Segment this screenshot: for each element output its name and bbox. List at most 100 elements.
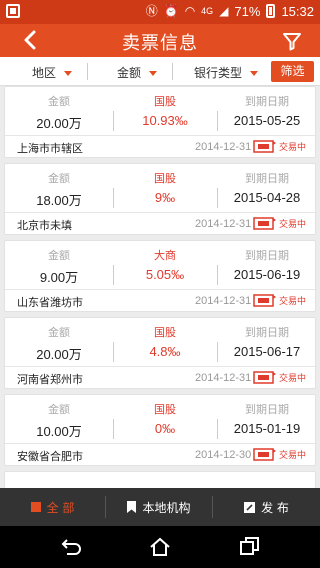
- bill-stamp-icon: [253, 371, 276, 384]
- bank-type: 国股: [154, 172, 176, 185]
- status-bar: Ⓝ ⏰ ◠ 4G ◢ 71% 15:32: [0, 0, 320, 24]
- battery-icon: [266, 4, 276, 18]
- amount-value: 9.00万: [39, 270, 79, 285]
- list-item[interactable]: 金额 国股 到期日期 20.00万 10.93‰ 2015-05-25 上海市市…: [4, 86, 316, 158]
- rate-value: 4.8‰: [149, 344, 181, 359]
- tab-local-label: 本地机构: [142, 500, 191, 515]
- list-item[interactable]: 金额 国股 到期日期 10.00万 0‰ 2015-01-19 安徽省合肥市 2…: [4, 394, 316, 466]
- amount-value: 20.00万: [36, 116, 82, 131]
- bank-type-dropdown[interactable]: 银行类型: [194, 64, 259, 81]
- publish-date: 2014-12-31: [195, 295, 252, 307]
- due-date-value: 2015-01-19: [233, 421, 301, 436]
- due-date-value: 2015-06-19: [233, 267, 301, 282]
- bookmark-icon: [127, 501, 137, 513]
- bank-type: 国股: [154, 403, 176, 416]
- divider: [5, 212, 315, 213]
- signal-icon: ◢: [219, 4, 229, 18]
- trading-badge: 交易中: [253, 293, 306, 307]
- rate-value: 10.93‰: [142, 113, 188, 128]
- bill-stamp-icon: [253, 448, 276, 461]
- trading-status: 交易中: [279, 219, 307, 230]
- divider: [5, 135, 315, 136]
- amount-header: 金额: [48, 326, 70, 339]
- due-date-header: 到期日期: [245, 95, 289, 108]
- bank-type: 大商: [154, 249, 176, 262]
- amount-value: 18.00万: [36, 193, 82, 208]
- divider: [87, 63, 88, 80]
- amount-header: 金额: [48, 249, 70, 262]
- page-title: 卖票信息: [122, 33, 198, 54]
- title-bar: 卖票信息: [0, 24, 320, 57]
- bottom-tab-bar: 全 部 本地机构 发 布: [0, 488, 320, 526]
- amount-header: 金额: [48, 172, 70, 185]
- chevron-down-icon: [250, 71, 259, 76]
- listing-list[interactable]: 金额 国股 到期日期 20.00万 10.93‰ 2015-05-25 上海市市…: [4, 86, 316, 488]
- rate-value: 5.05‰: [145, 267, 185, 282]
- tab-all-label: 全 部: [46, 500, 75, 515]
- alarm-icon: ⏰: [163, 4, 179, 18]
- region-dropdown[interactable]: 地区: [32, 64, 73, 81]
- chevron-down-icon: [149, 71, 158, 76]
- chevron-down-icon: [64, 71, 73, 76]
- amount-dropdown-label: 金额: [117, 66, 142, 80]
- divider: [5, 366, 315, 367]
- trading-badge: 交易中: [253, 370, 306, 384]
- due-date-header: 到期日期: [245, 326, 289, 339]
- trading-badge: 交易中: [253, 216, 306, 230]
- trading-status: 交易中: [279, 373, 307, 384]
- bill-stamp-icon: [253, 294, 276, 307]
- list-item[interactable]: 金额 国股 到期日期 20.00万 4.8‰ 2015-06-17 河南省郑州市…: [4, 317, 316, 389]
- edit-icon: [244, 501, 256, 513]
- bill-stamp-icon: [253, 217, 276, 230]
- amount-dropdown[interactable]: 金额: [117, 64, 158, 81]
- publish-date: 2014-12-30: [195, 449, 252, 461]
- amount-value: 20.00万: [36, 347, 82, 362]
- system-nav-bar: [0, 526, 320, 568]
- bank-type: 国股: [154, 326, 176, 339]
- trading-status: 交易中: [279, 142, 307, 153]
- region-label: 北京市未填: [17, 219, 72, 232]
- divider: [5, 289, 315, 290]
- divider: [172, 63, 173, 80]
- publish-date: 2014-12-31: [195, 141, 252, 153]
- due-date-header: 到期日期: [245, 172, 289, 185]
- amount-header: 金额: [48, 403, 70, 416]
- bill-stamp-icon: [253, 140, 276, 153]
- region-label: 山东省潍坊市: [17, 296, 83, 309]
- tab-local-institutions[interactable]: 本地机构: [106, 488, 212, 526]
- rate-value: 0‰: [154, 421, 176, 436]
- due-date-value: 2015-06-17: [233, 344, 301, 359]
- list-item[interactable]: 金额 大商 到期日期 9.00万 5.05‰ 2015-06-19 山东省潍坊市…: [4, 240, 316, 312]
- clock: 15:32: [281, 3, 314, 19]
- due-date-value: 2015-04-28: [233, 190, 301, 205]
- list-item-partial[interactable]: [4, 471, 316, 488]
- due-date-header: 到期日期: [245, 403, 289, 416]
- publish-date: 2014-12-31: [195, 372, 252, 384]
- trading-status: 交易中: [279, 450, 307, 461]
- nfc-icon: Ⓝ: [145, 4, 158, 18]
- region-label: 上海市市辖区: [17, 142, 83, 155]
- recent-apps-icon[interactable]: [237, 534, 263, 560]
- back-icon[interactable]: [57, 534, 83, 560]
- tab-all[interactable]: 全 部: [0, 488, 105, 526]
- list-item[interactable]: 金额 国股 到期日期 18.00万 9‰ 2015-04-28 北京市未填 20…: [4, 163, 316, 235]
- bank-type-dropdown-label: 银行类型: [194, 66, 243, 80]
- bank-type: 国股: [154, 95, 176, 108]
- due-date-value: 2015-05-25: [233, 113, 301, 128]
- trading-badge: 交易中: [253, 139, 306, 153]
- home-icon[interactable]: [147, 534, 173, 560]
- region-label: 安徽省合肥市: [17, 450, 83, 463]
- divider: [5, 443, 315, 444]
- amount-value: 10.00万: [36, 424, 82, 439]
- filter-button[interactable]: 筛选: [271, 61, 314, 82]
- filter-bar: 地区 金额 银行类型 筛选: [0, 57, 320, 86]
- rate-value: 9‰: [154, 190, 176, 205]
- tab-publish-label: 发 布: [261, 500, 289, 515]
- notification-icon: [6, 4, 20, 18]
- tab-publish[interactable]: 发 布: [213, 488, 320, 526]
- amount-header: 金额: [48, 95, 70, 108]
- region-dropdown-label: 地区: [32, 66, 57, 80]
- filter-icon[interactable]: [282, 31, 302, 51]
- wifi-icon: ◠: [184, 4, 196, 18]
- battery-percent: 71%: [234, 3, 261, 19]
